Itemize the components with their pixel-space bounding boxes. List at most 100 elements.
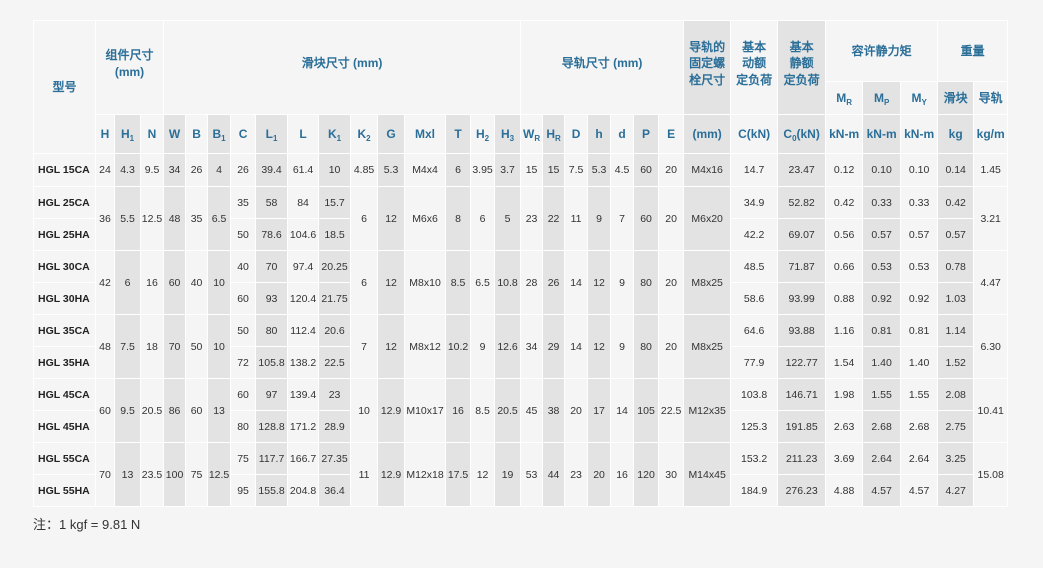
block-dimensions-header: 滑块尺寸 (mm) [163, 20, 522, 115]
col-header-d-lower: d [610, 114, 635, 154]
static-load-line-3: 定负荷 [783, 72, 820, 87]
col-header-width: W [163, 114, 187, 154]
cell-h1: 6 [114, 250, 141, 315]
cell-k1: 10 [318, 153, 352, 187]
cell-mxl: M8x10 [404, 250, 447, 315]
cell-l1: 39.4 [255, 153, 289, 187]
col-header-b-text: B [192, 126, 201, 141]
cell-d-upper: 14 [564, 314, 589, 379]
model-cell: HGL 30HA [33, 282, 96, 315]
cell-g: 12 [377, 186, 406, 251]
col-header-b1-text: B [212, 126, 222, 141]
cell-l1: 155.8 [255, 474, 289, 507]
cell-h-lower: 20 [587, 442, 612, 507]
cell-h3: 3.7 [494, 153, 522, 187]
rail-bolt-size-line-1: 导轨的 [689, 39, 726, 54]
cell-moment-my: 0.92 [900, 282, 939, 315]
cell-rail-bolt-size: M8x25 [683, 250, 732, 315]
cell-h2: 6 [470, 186, 496, 251]
cell-g: 12 [377, 314, 406, 379]
cell-n: 9.5 [139, 153, 165, 187]
moment-mp-subscript: P [883, 97, 890, 107]
cell-n: 16 [139, 250, 165, 315]
cell-moment-mr: 0.42 [825, 186, 864, 219]
table-row: HGL 15CA 24 4.3 9.5 34 26 4 26 39.4 61.4 10 4.85 5.3… [33, 153, 1009, 187]
cell-c: 75 [230, 442, 257, 475]
cell-dynamic-load-rating: 64.6 [730, 314, 779, 347]
cell-h3: 19 [494, 442, 522, 507]
col-header-rail-weight: kg/m [973, 114, 1009, 154]
col-header-h1-subscript: 1 [129, 133, 135, 143]
cell-height: 60 [95, 378, 115, 443]
cell-h2: 9 [470, 314, 496, 379]
cell-moment-mp: 1.40 [862, 346, 902, 379]
cell-k1: 20.25 [318, 250, 352, 283]
table-header: 型号 组件尺寸 (mm) 滑块尺寸 (mm) 导轨尺寸 (mm) 导轨的 固定螺… [33, 20, 1009, 154]
cell-b1: 10 [207, 314, 232, 379]
cell-wr: 23 [520, 186, 544, 251]
col-header-dynamic-load-rating-text: C(kN) [738, 126, 771, 141]
cell-moment-mp: 2.64 [862, 442, 902, 475]
model-header-text: 型号 [52, 79, 77, 94]
cell-e: 30 [658, 442, 685, 507]
cell-h-lower: 12 [587, 314, 612, 379]
cell-c: 50 [230, 218, 257, 251]
cell-h-lower: 17 [587, 378, 612, 443]
col-header-h2: H2 [470, 114, 496, 154]
cell-moment-mr: 0.66 [825, 250, 864, 283]
cell-h1: 7.5 [114, 314, 141, 379]
col-header-block-weight: kg [937, 114, 975, 154]
cell-moment-mr: 1.16 [825, 314, 864, 347]
cell-moment-my: 1.40 [900, 346, 939, 379]
cell-t: 10.2 [445, 314, 472, 379]
cell-block-weight: 1.14 [937, 314, 975, 347]
cell-moment-my: 0.57 [900, 218, 939, 251]
cell-wr: 34 [520, 314, 544, 379]
col-header-moment-my-text: kN-m [904, 126, 935, 141]
rail-bolt-size-header: 导轨的 固定螺 栓尺寸 [683, 20, 732, 115]
cell-b1: 13 [207, 378, 232, 443]
col-header-length: L [287, 114, 320, 154]
cell-static-load-rating: 69.07 [777, 218, 827, 251]
dynamic-load-line-3: 定负荷 [736, 72, 773, 87]
cell-d-upper: 7.5 [564, 153, 589, 187]
cell-block-weight: 0.14 [937, 153, 975, 187]
col-header-p-text: P [642, 126, 651, 141]
model-cell: HGL 35HA [33, 346, 96, 379]
cell-static-load-rating: 191.85 [777, 410, 827, 443]
cell-mxl: M4x4 [404, 153, 447, 187]
cell-rail-bolt-size: M4x16 [683, 153, 732, 187]
cell-mxl: M10x17 [404, 378, 447, 443]
cell-h1: 13 [114, 442, 141, 507]
col-header-c-text: C [238, 126, 248, 141]
cell-k1: 27.35 [318, 442, 352, 475]
cell-l1: 105.8 [255, 346, 289, 379]
cell-height: 48 [95, 314, 115, 379]
cell-dynamic-load-rating: 34.9 [730, 186, 779, 219]
cell-static-load-rating: 276.23 [777, 474, 827, 507]
cell-b: 50 [185, 314, 209, 379]
col-header-e-text: E [667, 126, 676, 141]
col-header-h1: H1 [114, 114, 141, 154]
cell-l1: 93 [255, 282, 289, 315]
cell-k2: 6 [350, 186, 379, 251]
cell-hr: 22 [542, 186, 566, 251]
rail-bolt-size-line-3: 栓尺寸 [689, 72, 726, 87]
static-moment-header: 容许静力矩 [825, 20, 939, 82]
col-header-moment-my: kN-m [900, 114, 939, 154]
col-header-t-text: T [454, 126, 462, 141]
col-header-h-lower: h [587, 114, 612, 154]
cell-static-load-rating: 146.71 [777, 378, 827, 411]
block-weight-label: 滑块 [943, 90, 968, 105]
cell-rail-bolt-size: M12x35 [683, 378, 732, 443]
col-header-t: T [445, 114, 472, 154]
moment-mp-symbol: M [873, 90, 884, 105]
cell-moment-mp: 0.92 [862, 282, 902, 315]
col-header-k2-subscript: 2 [366, 133, 371, 143]
cell-length: 112.4 [287, 314, 320, 347]
assembly-dimensions-header: 组件尺寸 (mm) [94, 20, 165, 115]
cell-b: 26 [185, 153, 209, 187]
cell-b1: 6.5 [207, 186, 232, 251]
col-header-h3-text: H [500, 126, 510, 141]
cell-l1: 97 [255, 378, 289, 411]
